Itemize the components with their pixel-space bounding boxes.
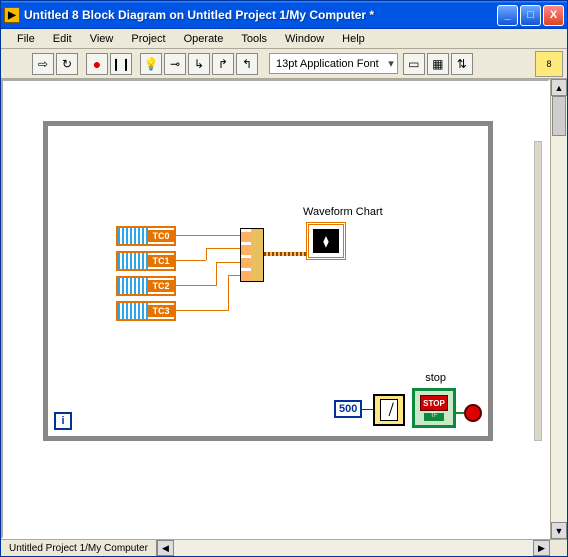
daq-icon [118, 303, 148, 319]
loop-condition-terminal[interactable] [464, 404, 482, 422]
scroll-right-button[interactable]: ▶ [533, 540, 550, 556]
retain-wire-button[interactable]: ⊸ [164, 53, 186, 75]
stop-label: stop [425, 372, 446, 384]
wire[interactable] [206, 248, 207, 260]
highlight-exec-button[interactable]: 💡 [140, 53, 162, 75]
daq-icon [118, 228, 148, 244]
tc2-node[interactable]: TC2 [116, 276, 176, 296]
wire[interactable] [216, 262, 217, 286]
metronome-icon [380, 399, 398, 421]
stop-icon: STOP [420, 395, 448, 411]
daq-icon [118, 253, 148, 269]
resize-grip[interactable] [550, 540, 567, 556]
wire[interactable] [456, 412, 464, 414]
reorder-button[interactable]: ⇅ [451, 53, 473, 75]
bundle-node[interactable] [240, 228, 264, 282]
status-scroll-row: Untitled Project 1/My Computer ◀ ▶ [1, 539, 567, 556]
menubar: File Edit View Project Operate Tools Win… [1, 29, 567, 49]
abort-button[interactable]: ● [86, 53, 108, 75]
tc3-node[interactable]: TC3 [116, 301, 176, 321]
while-loop[interactable]: i TC0 TC1 TC2 TC3 Waveform Chart [43, 121, 493, 441]
app-icon: ▶ [4, 7, 20, 23]
menu-window[interactable]: Window [277, 31, 332, 47]
loop-iteration-terminal[interactable]: i [54, 412, 72, 430]
minimize-button[interactable]: _ [497, 5, 518, 26]
step-out-button[interactable]: ↰ [236, 53, 258, 75]
chart-label: Waveform Chart [303, 206, 383, 218]
diagram-canvas[interactable]: i TC0 TC1 TC2 TC3 Waveform Chart [1, 79, 550, 539]
step-over-button[interactable]: ↱ [212, 53, 234, 75]
wire[interactable] [228, 275, 229, 311]
scrollbar-track[interactable] [551, 96, 567, 522]
scrollbar-thumb[interactable] [552, 96, 566, 136]
wire[interactable] [176, 310, 228, 311]
wire[interactable] [176, 285, 216, 286]
wire[interactable] [360, 409, 373, 410]
wire[interactable] [216, 262, 240, 263]
boolean-type-icon: TF [424, 413, 444, 421]
close-button[interactable]: X [543, 5, 564, 26]
wait-ms-node[interactable] [373, 394, 405, 426]
inner-scrollbar-thumb[interactable] [534, 141, 542, 441]
titlebar: ▶ Untitled 8 Block Diagram on Untitled P… [1, 1, 567, 29]
stop-button-terminal[interactable]: STOP TF [412, 388, 456, 428]
menu-view[interactable]: View [82, 31, 122, 47]
scroll-left-button[interactable]: ◀ [157, 540, 174, 556]
waveform-chart-terminal[interactable]: ⧫ [306, 222, 346, 260]
window-frame: ▶ Untitled 8 Block Diagram on Untitled P… [0, 0, 568, 557]
window-title: Untitled 8 Block Diagram on Untitled Pro… [24, 8, 497, 22]
labview-icon[interactable]: 8 [535, 51, 563, 77]
step-into-button[interactable]: ↳ [188, 53, 210, 75]
menu-help[interactable]: Help [334, 31, 373, 47]
cluster-wire[interactable] [264, 252, 306, 256]
menu-operate[interactable]: Operate [176, 31, 232, 47]
distribute-button[interactable]: ▦ [427, 53, 449, 75]
align-button[interactable]: ▭ [403, 53, 425, 75]
maximize-button[interactable]: □ [520, 5, 541, 26]
chart-icon: ⧫ [313, 229, 339, 253]
menu-file[interactable]: File [9, 31, 43, 47]
wire[interactable] [206, 248, 240, 249]
scroll-down-button[interactable]: ▼ [551, 522, 567, 539]
wire[interactable] [176, 260, 206, 261]
tc1-node[interactable]: TC1 [116, 251, 176, 271]
scroll-up-button[interactable]: ▲ [551, 79, 567, 96]
menu-project[interactable]: Project [123, 31, 173, 47]
window-buttons: _ □ X [497, 5, 564, 26]
hscroll-track[interactable] [174, 540, 533, 556]
pause-button[interactable]: ❙❙ [110, 53, 132, 75]
wire[interactable] [176, 235, 240, 236]
toolbar: ⇨ ↻ ● ❙❙ 💡 ⊸ ↳ ↱ ↰ 13pt Application Font… [1, 49, 567, 79]
daq-icon [118, 278, 148, 294]
tc0-node[interactable]: TC0 [116, 226, 176, 246]
menu-edit[interactable]: Edit [45, 31, 80, 47]
wire[interactable] [228, 275, 240, 276]
project-path-tab[interactable]: Untitled Project 1/My Computer [1, 540, 157, 556]
run-button[interactable]: ⇨ [32, 53, 54, 75]
numeric-constant-500[interactable]: 500 [334, 400, 362, 418]
run-continuous-button[interactable]: ↻ [56, 53, 78, 75]
vertical-scrollbar: ▲ ▼ [550, 79, 567, 539]
font-selector[interactable]: 13pt Application Font [269, 53, 398, 74]
menu-tools[interactable]: Tools [233, 31, 275, 47]
workarea: i TC0 TC1 TC2 TC3 Waveform Chart [1, 79, 567, 539]
